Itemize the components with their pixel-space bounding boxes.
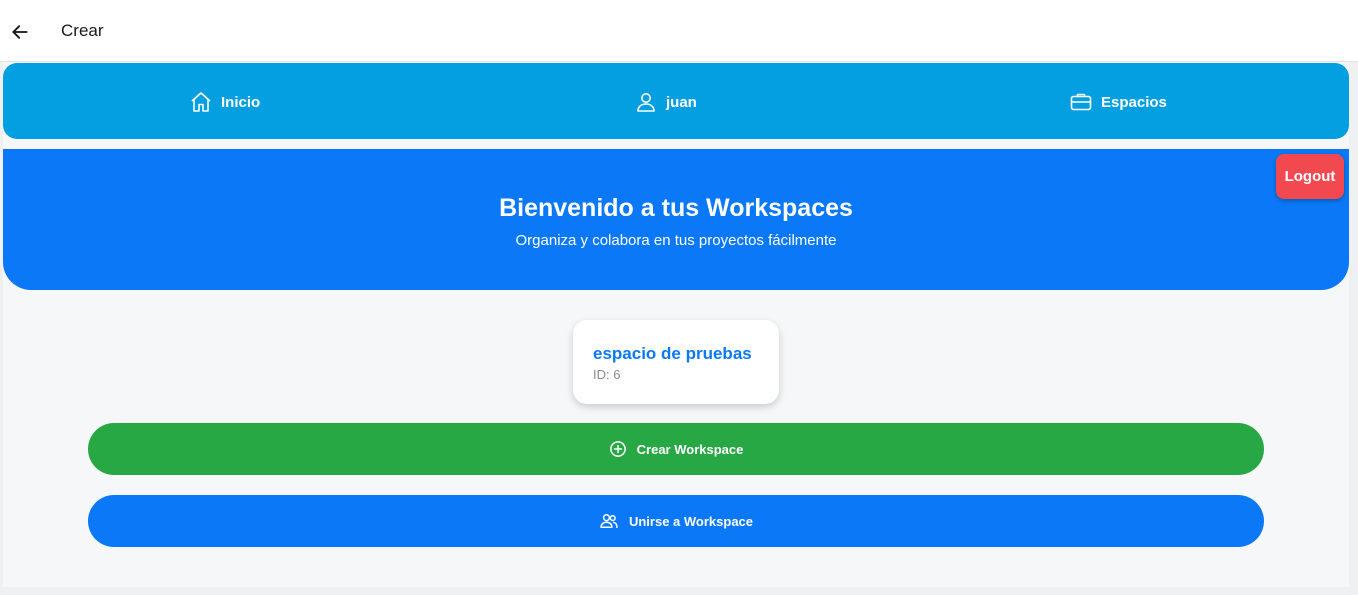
create-workspace-button[interactable]: Crear Workspace bbox=[88, 423, 1264, 475]
workspace-name: espacio de pruebas bbox=[593, 344, 752, 363]
hero-title: Bienvenido a tus Workspaces bbox=[499, 194, 853, 222]
nav-item-juan[interactable]: juan bbox=[634, 89, 697, 115]
nav-item-label: juan bbox=[666, 93, 697, 111]
home-icon bbox=[191, 92, 211, 112]
hero-subtitle: Organiza y colabora en tus proyectos fác… bbox=[515, 232, 837, 249]
hero-banner: Bienvenido a tus Workspaces Organiza y c… bbox=[3, 149, 1349, 290]
nav-item-label: Espacios bbox=[1101, 93, 1167, 111]
main-nav: Inicio juan Espacios bbox=[3, 63, 1349, 139]
join-workspace-button[interactable]: Unirse a Workspace bbox=[88, 495, 1264, 547]
workspace-card[interactable]: espacio de pruebas ID: 6 bbox=[573, 320, 779, 404]
plus-circle-icon bbox=[609, 441, 626, 457]
workspace-id: ID: 6 bbox=[593, 367, 621, 382]
create-workspace-label: Crear Workspace bbox=[636, 441, 744, 457]
top-app-bar: Crear bbox=[0, 0, 1358, 62]
join-workspace-label: Unirse a Workspace bbox=[628, 513, 754, 529]
nav-item-label: Inicio bbox=[221, 93, 261, 111]
back-button[interactable] bbox=[8, 20, 32, 44]
users-icon bbox=[600, 514, 618, 528]
nav-item-inicio[interactable]: Inicio bbox=[189, 89, 260, 115]
user-icon bbox=[637, 93, 655, 112]
arrow-left-icon bbox=[12, 25, 28, 39]
logout-button[interactable]: Logout bbox=[1276, 154, 1344, 199]
nav-item-espacios[interactable]: Espacios bbox=[1069, 89, 1167, 115]
page-title: Crear bbox=[61, 21, 104, 40]
briefcase-icon bbox=[1070, 93, 1092, 111]
